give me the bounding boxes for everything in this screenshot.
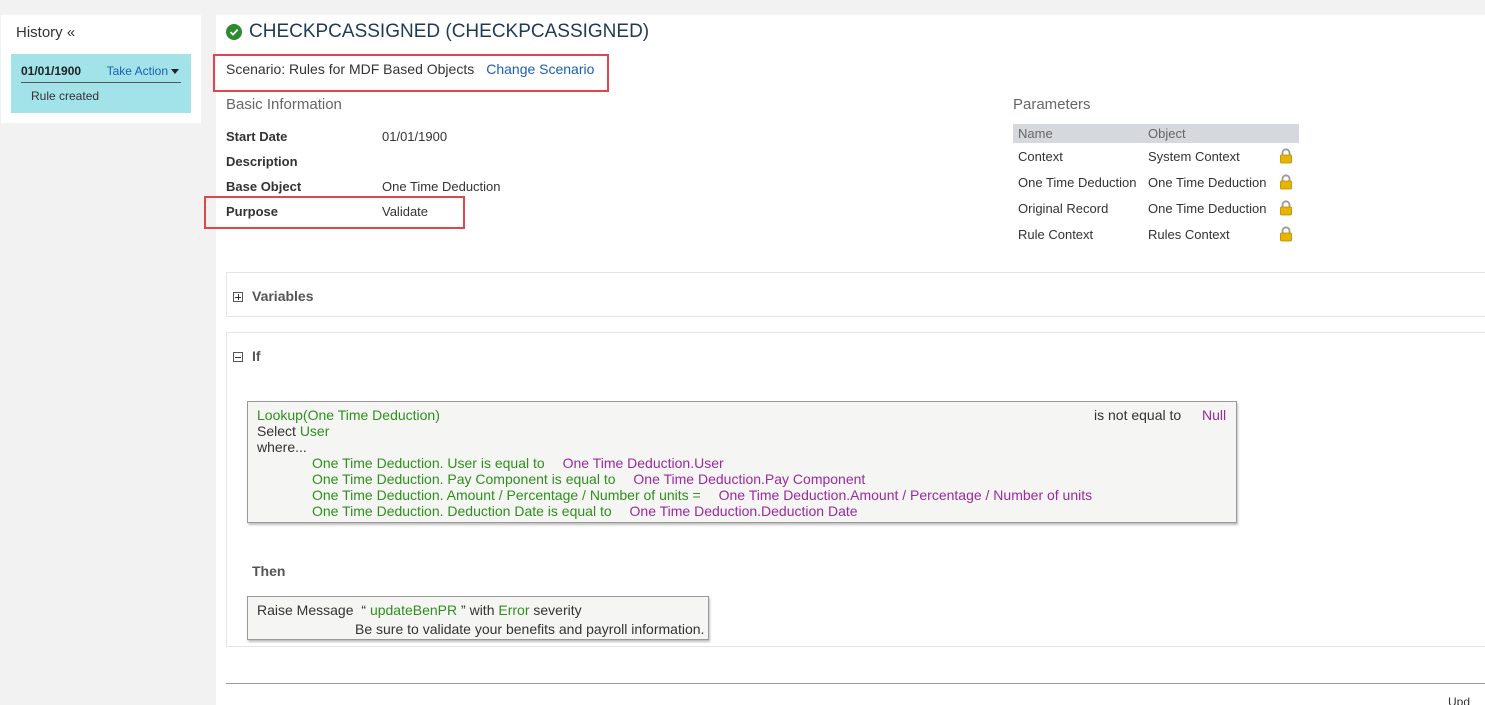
scenario-row: Scenario: Rules for MDF Based Objects Cha… [226, 61, 594, 77]
condition-field[interactable]: One Time Deduction. Deduction Date [312, 503, 544, 519]
purpose-label: Purpose [226, 204, 279, 219]
table-row: Context System Context [1013, 143, 1299, 169]
take-action-label: Take Action [106, 64, 168, 78]
base-object-label: Base Object [226, 179, 302, 194]
then-expression-box[interactable]: Raise Message “ updateBenPR ” with Error… [247, 596, 709, 640]
parameters-header-row: Name Object [1013, 124, 1299, 143]
condition-field[interactable]: One Time Deduction. Pay Component [312, 471, 548, 487]
condition-field[interactable]: One Time Deduction. User [312, 455, 477, 471]
description-label: Description [226, 154, 298, 169]
purpose-value: Validate [382, 204, 429, 219]
param-name: Rule Context [1018, 226, 1094, 242]
severity-word: severity [533, 602, 582, 618]
lock-icon [1273, 148, 1299, 164]
expand-plus-icon[interactable] [233, 292, 243, 302]
history-title[interactable]: History « [16, 24, 75, 41]
history-entry[interactable]: 01/01/1900 Take Action Rule created [11, 54, 191, 113]
collapse-minus-icon[interactable] [233, 352, 243, 362]
condition-operator[interactable]: = [693, 487, 701, 503]
param-object: System Context [1148, 148, 1240, 164]
table-row: Rule Context Rules Context [1013, 221, 1299, 247]
raise-message-line[interactable]: Raise Message “ updateBenPR ” with Error… [257, 602, 582, 618]
rule-title: CHECKPCASSIGNED (CHECKPCASSIGNED) [249, 21, 650, 42]
param-object: One Time Deduction [1148, 200, 1267, 216]
column-header-object: Object [1148, 126, 1186, 141]
raise-message-label: Raise Message [257, 602, 354, 618]
parameters-table: Name Object Context System Context One T… [1013, 124, 1299, 247]
message-text: Be sure to validate your benefits and pa… [355, 621, 705, 637]
comparison-value[interactable]: Null [1202, 407, 1226, 423]
start-date-label: Start Date [226, 129, 288, 144]
condition-field[interactable]: One Time Deduction. Amount / Percentage … [312, 487, 689, 503]
history-panel: History « 01/01/1900 Take Action Rule cr… [1, 15, 201, 123]
table-row: Original Record One Time Deduction [1013, 195, 1299, 221]
condition-value[interactable]: One Time Deduction.Pay Component [633, 471, 865, 487]
rule-detail-panel: CHECKPCASSIGNED (CHECKPCASSIGNED) Scenar… [204, 15, 1485, 705]
scenario-text: Scenario: Rules for MDF Based Objects [226, 61, 475, 77]
comparison-operator[interactable]: is not equal to [1094, 407, 1181, 423]
if-then-section: If Lookup(One Time Deduction) is not equ… [226, 332, 1485, 647]
select-clause: Select User [257, 423, 329, 439]
bottom-divider [226, 683, 1485, 684]
param-object: Rules Context [1148, 226, 1230, 242]
condition-row[interactable]: One Time Deduction. Deduction Date is eq… [312, 503, 858, 519]
select-field[interactable]: User [300, 423, 330, 439]
lock-icon [1273, 200, 1299, 216]
condition-row[interactable]: One Time Deduction. Amount / Percentage … [312, 487, 1092, 503]
condition-value[interactable]: One Time Deduction.Amount / Percentage /… [719, 487, 1093, 503]
start-date-value: 01/01/1900 [382, 129, 448, 144]
message-with: ” with [461, 602, 495, 618]
param-name: Original Record [1018, 200, 1109, 216]
condition-operator[interactable]: is equal to [481, 455, 545, 471]
table-row: One Time Deduction One Time Deduction [1013, 169, 1299, 195]
checkmark-circle-icon [226, 24, 242, 40]
history-date: 01/01/1900 [21, 64, 82, 78]
param-name: Context [1018, 148, 1063, 164]
history-note: Rule created [31, 89, 100, 103]
if-expression-box[interactable]: Lookup(One Time Deduction) is not equal … [247, 401, 1237, 523]
cut-off-footer-text[interactable]: Upd [1448, 695, 1470, 705]
page-title: CHECKPCASSIGNED (CHECKPCASSIGNED) [226, 21, 649, 43]
base-object-value: One Time Deduction [382, 179, 501, 194]
change-scenario-link[interactable]: Change Scenario [486, 61, 594, 77]
param-name: One Time Deduction [1018, 174, 1137, 190]
variables-label[interactable]: Variables [252, 288, 314, 304]
lock-icon [1273, 174, 1299, 190]
condition-row[interactable]: One Time Deduction. User is equal to One… [312, 455, 724, 471]
take-action-dropdown[interactable]: Take Action [107, 64, 179, 78]
basic-info-heading: Basic Information [226, 96, 342, 113]
variables-section: Variables [226, 272, 1485, 317]
parameters-heading: Parameters [1013, 96, 1091, 113]
where-word: where... [257, 439, 307, 455]
history-divider [21, 82, 181, 83]
caret-down-icon [171, 69, 179, 75]
open-quote: “ [361, 602, 367, 618]
condition-operator[interactable]: is equal to [552, 471, 616, 487]
message-key[interactable]: updateBenPR [370, 602, 457, 618]
param-object: One Time Deduction [1148, 174, 1267, 190]
lock-icon [1273, 226, 1299, 242]
if-label[interactable]: If [252, 348, 261, 364]
condition-value[interactable]: One Time Deduction.User [563, 455, 724, 471]
then-label: Then [252, 563, 286, 579]
column-header-name: Name [1018, 126, 1053, 141]
lookup-expression[interactable]: Lookup(One Time Deduction) [257, 407, 440, 423]
condition-operator[interactable]: is equal to [548, 503, 612, 519]
condition-value[interactable]: One Time Deduction.Deduction Date [630, 503, 858, 519]
condition-row[interactable]: One Time Deduction. Pay Component is equ… [312, 471, 865, 487]
severity-value[interactable]: Error [498, 602, 529, 618]
select-word: Select [257, 423, 296, 439]
